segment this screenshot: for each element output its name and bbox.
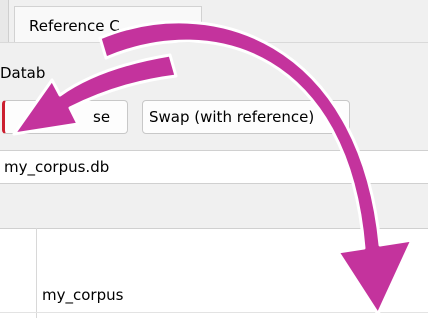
annotation-arrows: [12, 20, 414, 316]
left-curved-arrow-icon: [12, 53, 178, 136]
